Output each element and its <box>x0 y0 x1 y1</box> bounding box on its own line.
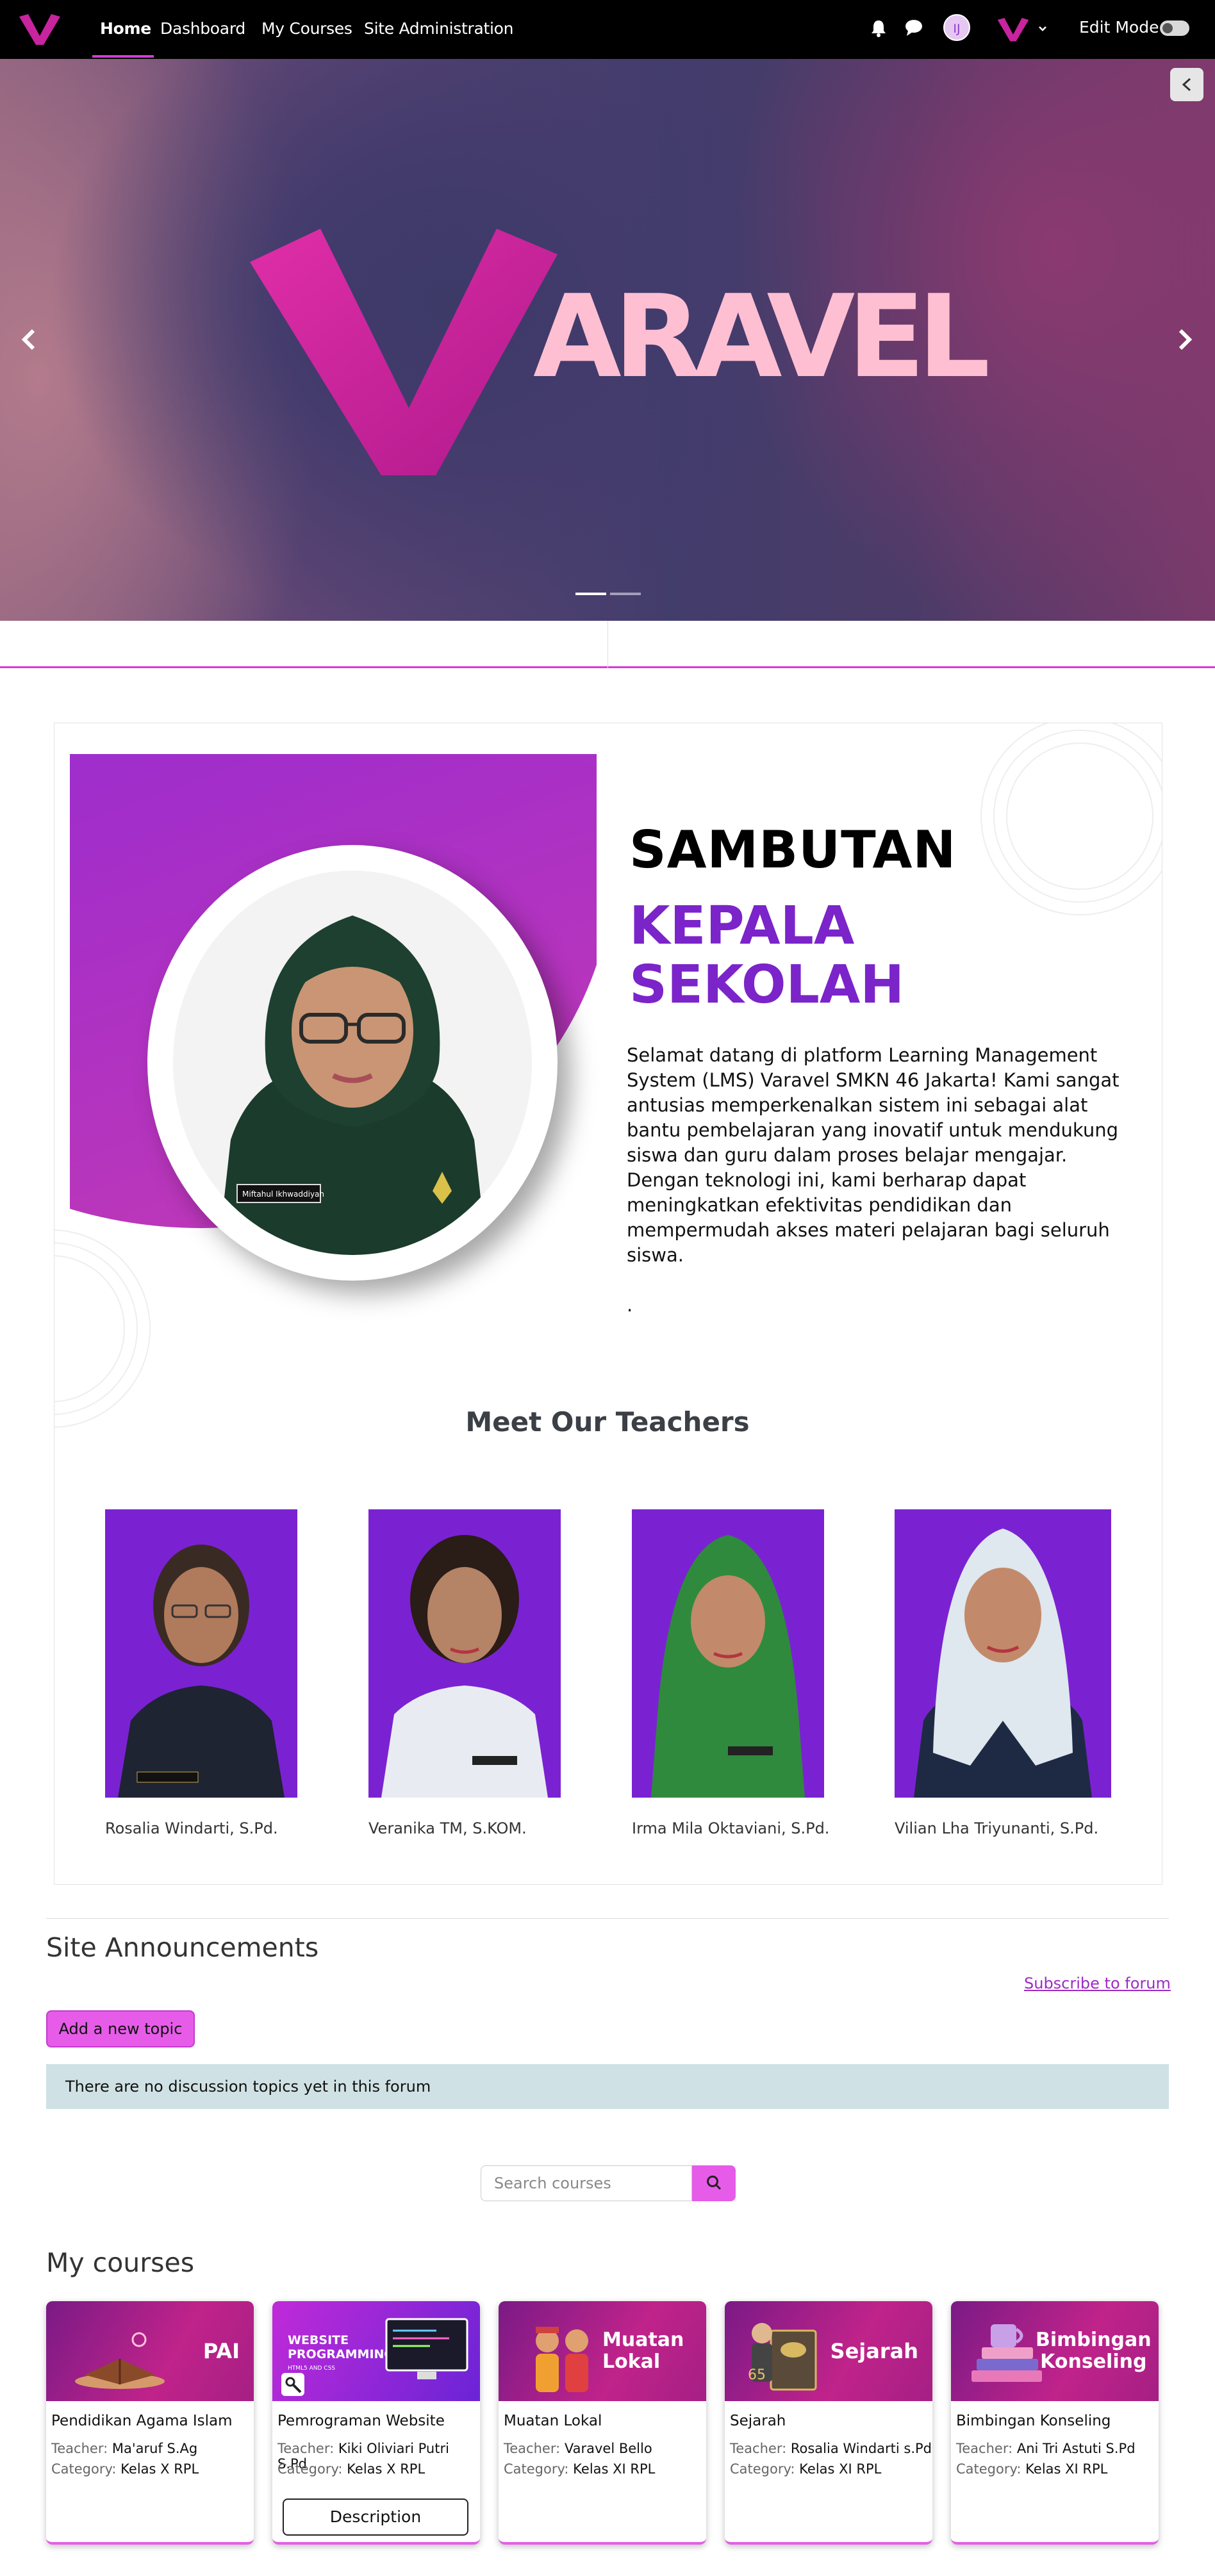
user-menu-logo-icon[interactable] <box>997 18 1029 42</box>
course-name-pai[interactable]: Pendidikan Agama Islam <box>51 2413 233 2429</box>
course-category-pai: Category: Kelas X RPL <box>51 2461 199 2477</box>
course-image-label-pai: PAI <box>202 2339 240 2363</box>
nav-site-administration[interactable]: Site Administration <box>364 0 513 59</box>
nav-my-courses[interactable]: My Courses <box>261 0 352 59</box>
course-name-bimbingan-konseling[interactable]: Bimbingan Konseling <box>956 2413 1111 2429</box>
teacher-photo-4 <box>895 1509 1111 1798</box>
principal-name-badge: Miftahul Ikhwaddiyah <box>242 1190 324 1199</box>
course-category-sejarah: Category: Kelas XI RPL <box>730 2461 882 2477</box>
tool-icon <box>281 2373 304 2396</box>
course-teacher-pai: Teacher: Ma'aruf S.Ag <box>51 2441 198 2456</box>
chevron-down-icon[interactable] <box>1038 26 1047 32</box>
course-card-muatan-lokal[interactable]: Muatan Lokal Muatan Lokal Teacher: Varav… <box>499 2301 706 2545</box>
my-courses-title: My courses <box>46 2247 195 2278</box>
welcome-paragraph: Selamat datang di platform Learning Mana… <box>627 1044 1120 1266</box>
search-courses-button[interactable] <box>692 2165 736 2201</box>
course-image-label-muatan-lokal: Muatan Lokal <box>602 2329 684 2373</box>
section-tabs-strip <box>0 621 1215 668</box>
history-book-icon: 65 <box>748 2323 817 2391</box>
teacher-name-4: Vilian Lha Triyunanti, S.Pd. <box>895 1819 1099 1837</box>
section-separator <box>46 1918 1169 1919</box>
course-card-sejarah[interactable]: 65 Sejarah Sejarah Teacher: Rosalia Wind… <box>725 2301 932 2545</box>
welcome-title-kepala-sekolah: KEPALA SEKOLAH <box>629 896 904 1015</box>
hero-v-logo-icon <box>250 229 558 475</box>
teacher-name-1: Rosalia Windarti, S.Pd. <box>105 1819 278 1837</box>
monitor-icon <box>385 2318 468 2379</box>
nav-dashboard[interactable]: Dashboard <box>160 0 245 59</box>
teacher-photo-1 <box>105 1509 297 1798</box>
edit-mode-toggle[interactable] <box>1160 21 1189 36</box>
drawer-toggle-button[interactable] <box>1170 68 1203 101</box>
course-name-web[interactable]: Pemrograman Website <box>277 2413 445 2429</box>
nav-home[interactable]: Home <box>100 0 151 59</box>
course-category-bimbingan-konseling: Category: Kelas XI RPL <box>956 2461 1108 2477</box>
course-category-muatan-lokal: Category: Kelas XI RPL <box>504 2461 656 2477</box>
subscribe-to-forum-link[interactable]: Subscribe to forum <box>1024 1974 1171 1992</box>
teacher-photo-3 <box>632 1509 824 1798</box>
course-teacher-sejarah: Teacher: Rosalia Windarti s.Pd <box>730 2441 932 2456</box>
hero-carousel: ARAVEL <box>0 59 1215 621</box>
top-navbar: Home Dashboard My Courses Site Administr… <box>0 0 1215 59</box>
search-courses-input[interactable]: Search courses <box>481 2165 692 2201</box>
course-card-bimbingan-konseling[interactable]: Bimbingan Konseling Bimbingan Konseling … <box>951 2301 1159 2545</box>
chevron-left-icon <box>1182 78 1191 92</box>
svg-text:65: 65 <box>748 2367 766 2383</box>
course-name-sejarah[interactable]: Sejarah <box>730 2413 786 2429</box>
course-description-button[interactable]: Description <box>283 2498 468 2536</box>
quran-book-icon <box>75 2332 165 2389</box>
course-image-pai: PAI <box>46 2301 254 2401</box>
site-logo-icon[interactable] <box>19 14 60 46</box>
course-card-pai[interactable]: PAI Pendidikan Agama Islam Teacher: Ma'a… <box>46 2301 254 2545</box>
course-image-muatan-lokal: Muatan Lokal <box>499 2301 706 2401</box>
course-image-web: WEBSITE PROGRAMMING HTML5 AND CSS <box>272 2301 480 2401</box>
course-image-sub-web: HTML5 AND CSS <box>288 2365 336 2372</box>
decorative-arcs-bottom <box>54 1255 125 1402</box>
carousel-next-icon[interactable] <box>1178 328 1193 351</box>
course-teacher-bimbingan-konseling: Teacher: Ani Tri Astuti S.Pd <box>956 2441 1136 2456</box>
edit-mode-label: Edit Mode <box>1079 18 1159 37</box>
notifications-bell-icon[interactable] <box>870 19 887 37</box>
carousel-indicator-1[interactable] <box>575 593 606 595</box>
course-category-web: Category: Kelas X RPL <box>277 2461 426 2477</box>
course-name-muatan-lokal[interactable]: Muatan Lokal <box>504 2413 602 2429</box>
search-icon <box>707 2176 722 2190</box>
nav-active-indicator <box>92 55 154 58</box>
teacher-name-3: Irma Mila Oktaviani, S.Pd. <box>632 1819 830 1837</box>
principal-photo: Miftahul Ikhwaddiyah <box>173 871 532 1255</box>
add-new-topic-button[interactable]: Add a new topic <box>46 2010 195 2047</box>
course-image-label-web: WEBSITE PROGRAMMING <box>288 2333 395 2361</box>
site-announcements-title: Site Announcements <box>46 1932 319 1963</box>
welcome-trailing-dot: . <box>627 1294 633 1316</box>
hero-brand-text: ARAVEL <box>533 270 990 403</box>
teachers-section-title: Meet Our Teachers <box>465 1406 750 1438</box>
course-teacher-muatan-lokal: Teacher: Varavel Bello <box>504 2441 652 2456</box>
course-image-label-bimbingan-konseling: Bimbingan Konseling <box>1036 2329 1152 2373</box>
course-image-label-sejarah: Sejarah <box>830 2339 918 2363</box>
welcome-title-sambutan: SAMBUTAN <box>629 820 957 880</box>
course-image-bimbingan-konseling: Bimbingan Konseling <box>951 2301 1159 2401</box>
carousel-indicator-2[interactable] <box>610 593 641 595</box>
no-topics-notice: There are no discussion topics yet in th… <box>46 2064 1169 2109</box>
teacher-name-2: Veranika TM, S.KOM. <box>368 1819 527 1837</box>
traditional-figures-icon <box>536 2327 588 2392</box>
course-card-web[interactable]: WEBSITE PROGRAMMING HTML5 AND CSS Pemrog… <box>272 2301 480 2545</box>
messages-chat-icon[interactable] <box>905 19 923 36</box>
course-image-sejarah: 65 Sejarah <box>725 2301 932 2401</box>
decorative-arcs-top <box>1006 742 1153 890</box>
carousel-prev-icon[interactable] <box>21 328 36 351</box>
teacher-photo-2 <box>368 1509 561 1798</box>
user-avatar[interactable]: IJ <box>943 14 970 41</box>
